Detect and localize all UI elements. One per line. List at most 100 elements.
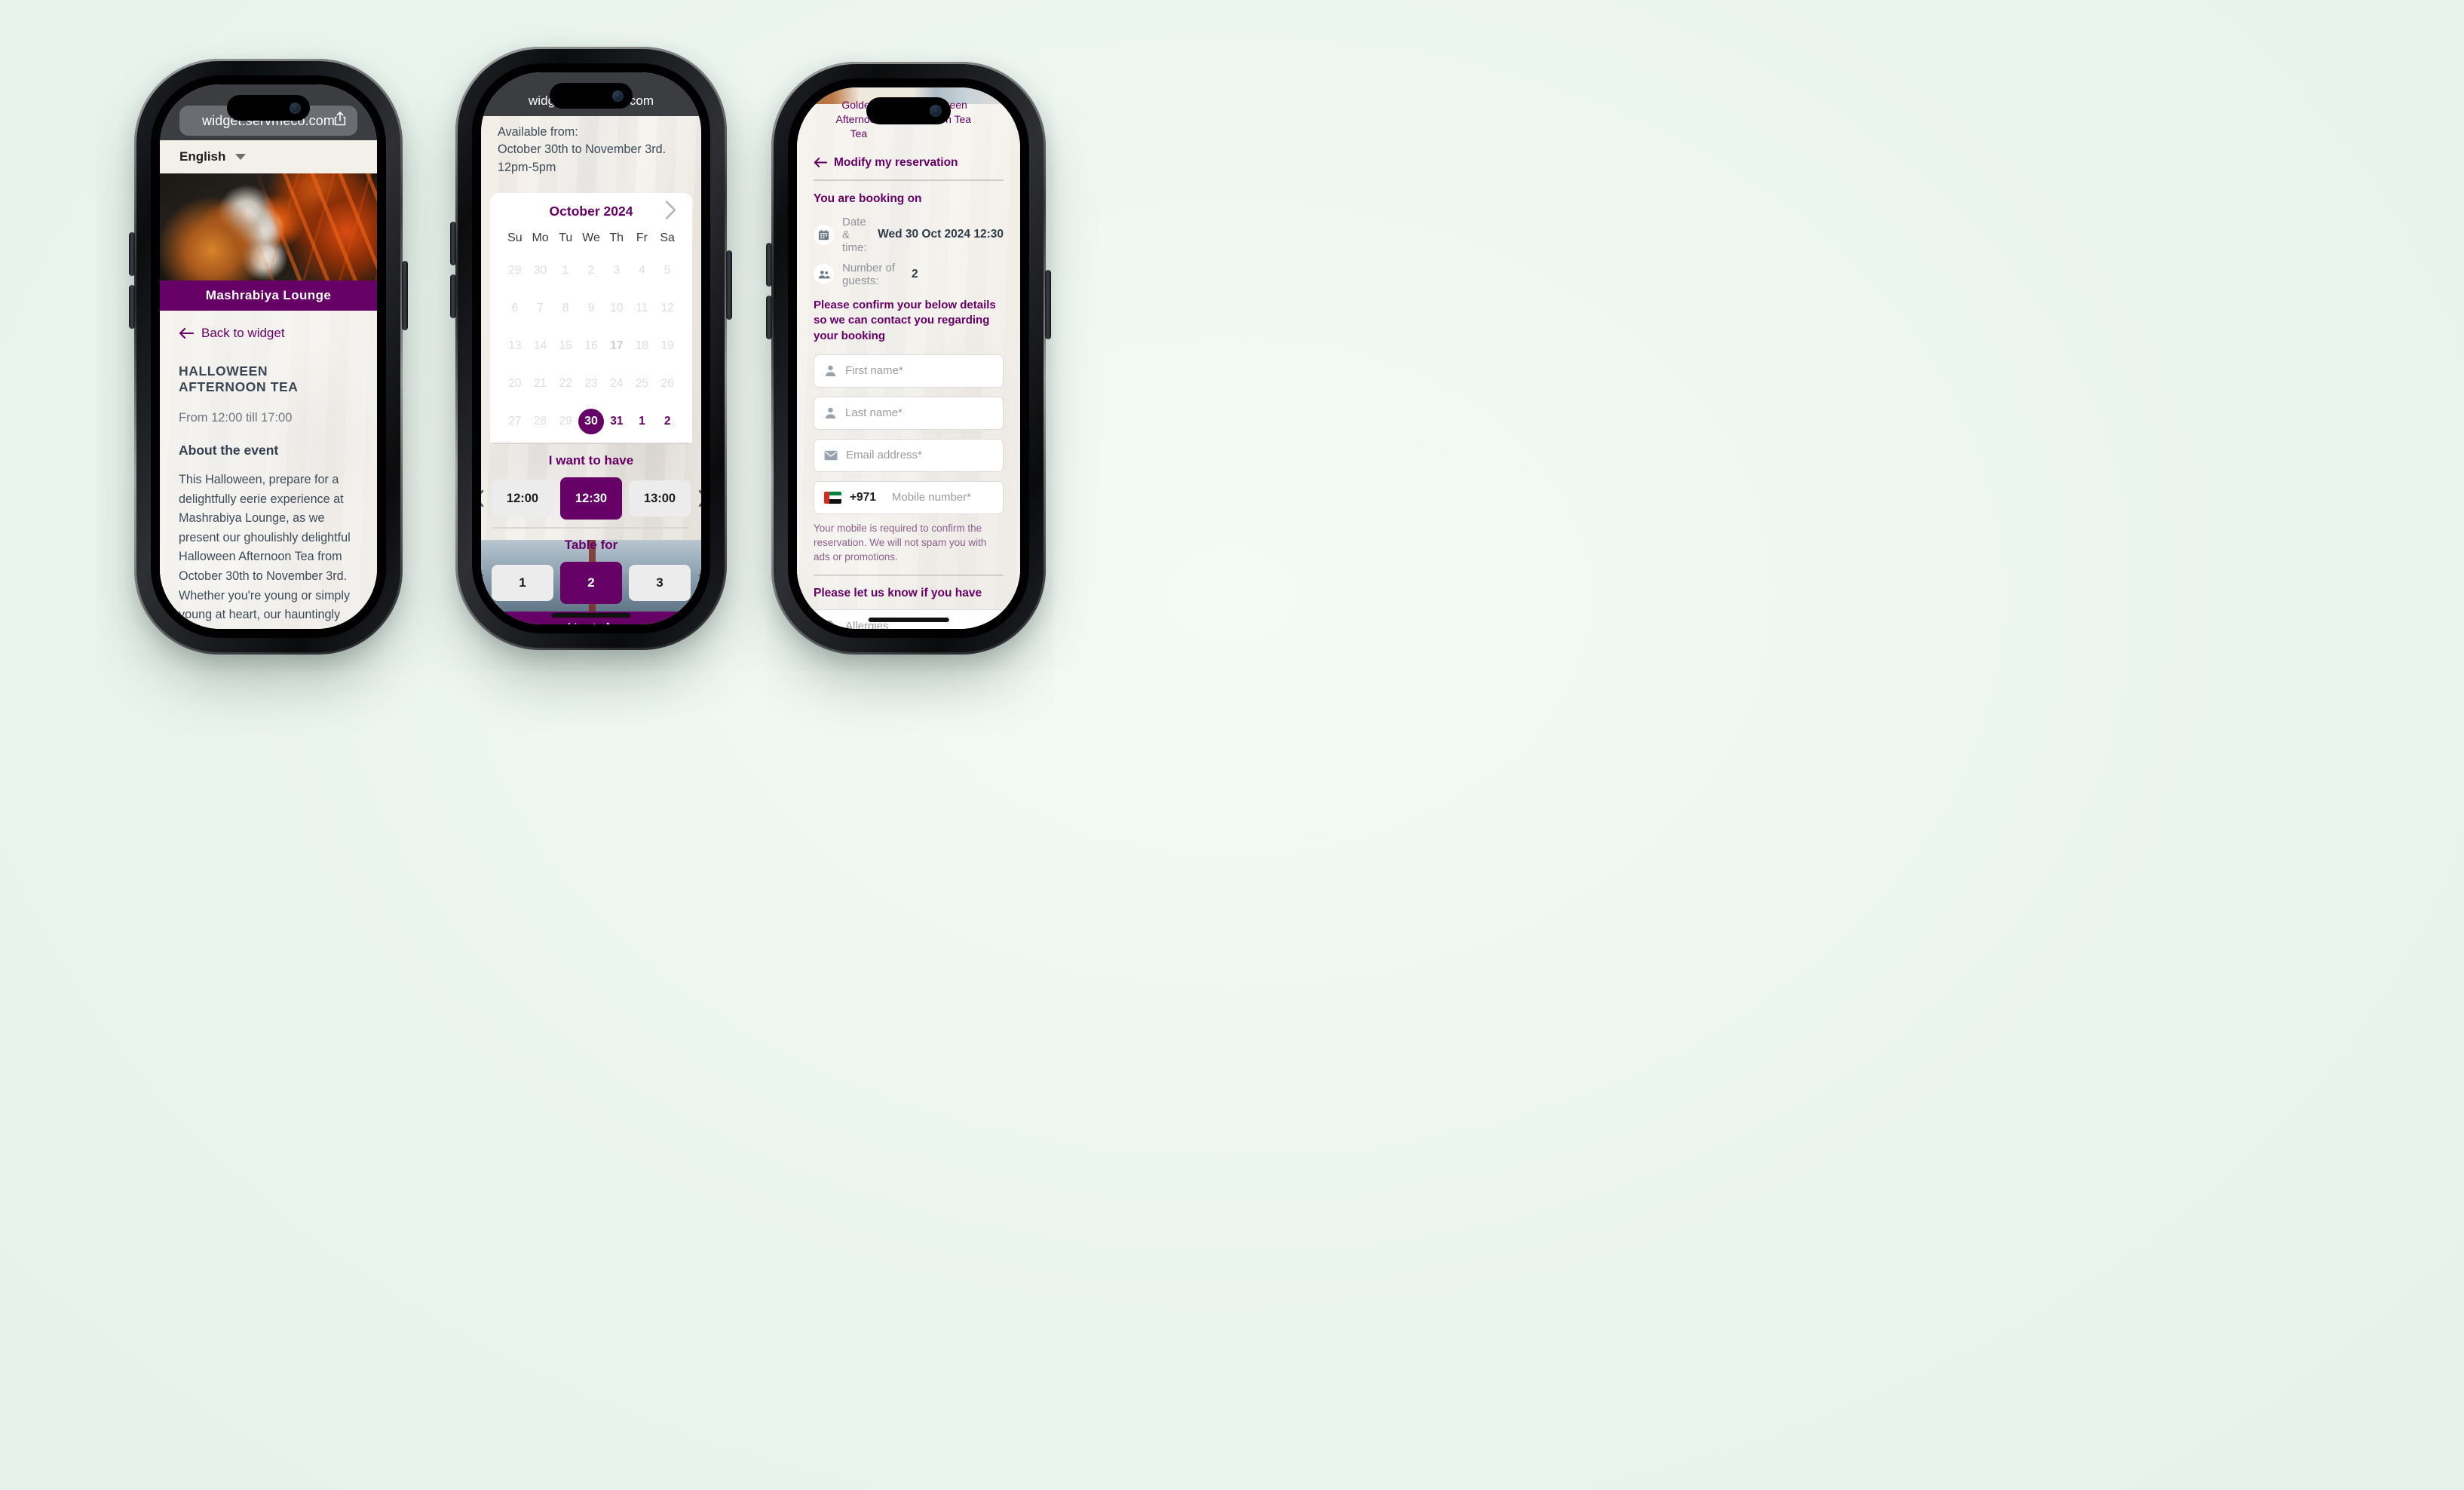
volume-down-button[interactable]	[129, 285, 135, 329]
person-icon	[825, 365, 836, 377]
calendar-day: 15	[559, 339, 572, 353]
phone-2-page: Available from: October 30th to November…	[481, 116, 701, 624]
time-prev-button[interactable]	[481, 489, 485, 507]
calendar-day: 11	[636, 302, 648, 315]
arrow-left-icon-3	[814, 158, 827, 168]
power-button[interactable]	[402, 261, 408, 330]
calendar-day: 26	[660, 377, 674, 391]
calendar-weekday-we: We	[582, 231, 600, 245]
email-field[interactable]: Email address*	[814, 438, 1004, 472]
calendar-day[interactable]: 1	[630, 406, 655, 437]
language-selector[interactable]: English	[160, 140, 377, 173]
calendar-weekday-tu: Tu	[559, 231, 573, 245]
front-camera-icon-2	[612, 90, 624, 102]
calendar-day: 12	[660, 302, 674, 315]
datetime-label: Date & time:	[842, 215, 867, 254]
phone-3-page: Golden Afternoon Tea een n Tea Modify my…	[797, 87, 1020, 629]
calendar-day: 4	[639, 264, 645, 277]
guests-icon	[814, 264, 834, 285]
calendar-weekday-th: Th	[609, 231, 624, 245]
guests-value: 2	[911, 267, 918, 281]
calendar-weekday-su: Su	[507, 231, 523, 245]
calendar-day: 30	[533, 264, 547, 277]
phone-2-screen: widget.servmeco.com Available from: Octo…	[481, 72, 701, 624]
time-option-0[interactable]: 12:00	[492, 480, 553, 517]
flag-black-stripe	[829, 499, 841, 504]
dynamic-island-2	[550, 83, 633, 109]
event-hero-image	[160, 173, 377, 281]
mobile-number-field[interactable]: +971 Mobile number*	[814, 480, 1004, 514]
back-to-widget-link[interactable]: Back to widget	[179, 326, 358, 341]
calendar-day: 5	[664, 264, 671, 277]
calendar-day: 19	[660, 339, 674, 353]
power-button-3[interactable]	[1045, 270, 1051, 339]
share-icon[interactable]	[333, 112, 347, 130]
party-prev-button[interactable]	[481, 574, 485, 592]
dynamic-island-3	[866, 97, 951, 124]
calendar-day: 6	[511, 302, 519, 315]
calendar-day: 8	[562, 302, 569, 315]
phone-1-screen: widget.servmeco.com English Mashrabiya L…	[160, 84, 377, 629]
calendar-day: 29	[508, 264, 522, 277]
calendar-day: 14	[533, 339, 547, 353]
calendar-weekday-mo: Mo	[532, 231, 549, 245]
volume-up-button-3[interactable]	[766, 243, 772, 287]
flag-red-bar	[824, 491, 829, 504]
calendar-day[interactable]: 2	[654, 406, 680, 437]
calendar-day: 2	[587, 264, 595, 277]
calendar-day: 9	[587, 302, 595, 315]
back-link-label: Back to widget	[201, 326, 285, 340]
phone-3-screen: Golden Afternoon Tea een n Tea Modify my…	[797, 87, 1020, 629]
party-option-2[interactable]: 3	[629, 565, 691, 602]
volume-down-button-3[interactable]	[766, 296, 772, 339]
next-button-label: Next	[567, 621, 596, 624]
volume-buttons[interactable]	[129, 232, 135, 276]
calendar-icon	[814, 224, 834, 245]
home-indicator-2[interactable]	[551, 613, 631, 618]
calendar-weekday-sa: Sa	[660, 231, 675, 245]
booking-row-guests: Number of guests: 2	[814, 262, 1004, 287]
first-name-field[interactable]: First name*	[814, 354, 1004, 388]
preferences-title: Please let us know if you have	[814, 587, 982, 600]
envelope-icon	[824, 450, 838, 460]
time-option-1-selected[interactable]: 12:30	[560, 477, 622, 520]
phone-1-page: English Mashrabiya Lounge Back to widget…	[160, 140, 377, 629]
calendar-day: 29	[559, 415, 572, 428]
volume-down-button-2[interactable]	[450, 274, 456, 318]
time-next-button[interactable]	[697, 489, 701, 507]
party-next-button[interactable]	[697, 574, 701, 592]
chevron-right-icon	[606, 623, 610, 624]
calendar-day[interactable]: 31	[604, 406, 630, 437]
party-option-1-selected[interactable]: 2	[560, 562, 622, 605]
calendar-day: 22	[559, 377, 572, 391]
calendar-next-month-button[interactable]	[664, 199, 677, 224]
calendar-day: 16	[584, 339, 598, 353]
last-name-field[interactable]: Last name*	[814, 396, 1004, 430]
divider-4	[814, 575, 1004, 577]
calendar-weekday-fr: Fr	[636, 231, 648, 245]
time-picker-section: I want to have 12:00 12:30 13:00	[481, 444, 701, 527]
mobile-placeholder: Mobile number*	[891, 491, 971, 504]
country-code[interactable]: +971	[850, 491, 876, 504]
booking-row-datetime: Date & time: Wed 30 Oct 2024 12:30	[814, 216, 1004, 254]
calendar-day: 27	[508, 415, 522, 428]
venue-name: Mashrabiya Lounge	[205, 288, 332, 302]
modify-reservation-link[interactable]: Modify my reservation	[797, 141, 1020, 170]
party-option-0[interactable]: 1	[492, 565, 553, 602]
booking-on-label: You are booking on	[814, 192, 922, 205]
calendar-day: 20	[508, 377, 522, 391]
home-indicator-3[interactable]	[868, 618, 949, 622]
power-button-2[interactable]	[726, 250, 732, 320]
calendar-day-selected[interactable]: 30	[578, 406, 604, 437]
flag-stripes	[829, 491, 841, 504]
chevron-down-icon-allergies[interactable]	[984, 623, 993, 629]
arrow-left-icon	[179, 327, 194, 339]
volume-up-button[interactable]	[450, 222, 456, 265]
event-hours: From 12:00 till 17:00	[179, 411, 293, 425]
modify-reservation-label: Modify my reservation	[834, 155, 958, 169]
uae-flag-icon	[824, 491, 841, 504]
calendar-day: 3	[613, 264, 621, 277]
guests-label: Number of guests:	[842, 261, 896, 287]
time-option-2[interactable]: 13:00	[629, 480, 691, 517]
tag-icon	[825, 621, 837, 629]
